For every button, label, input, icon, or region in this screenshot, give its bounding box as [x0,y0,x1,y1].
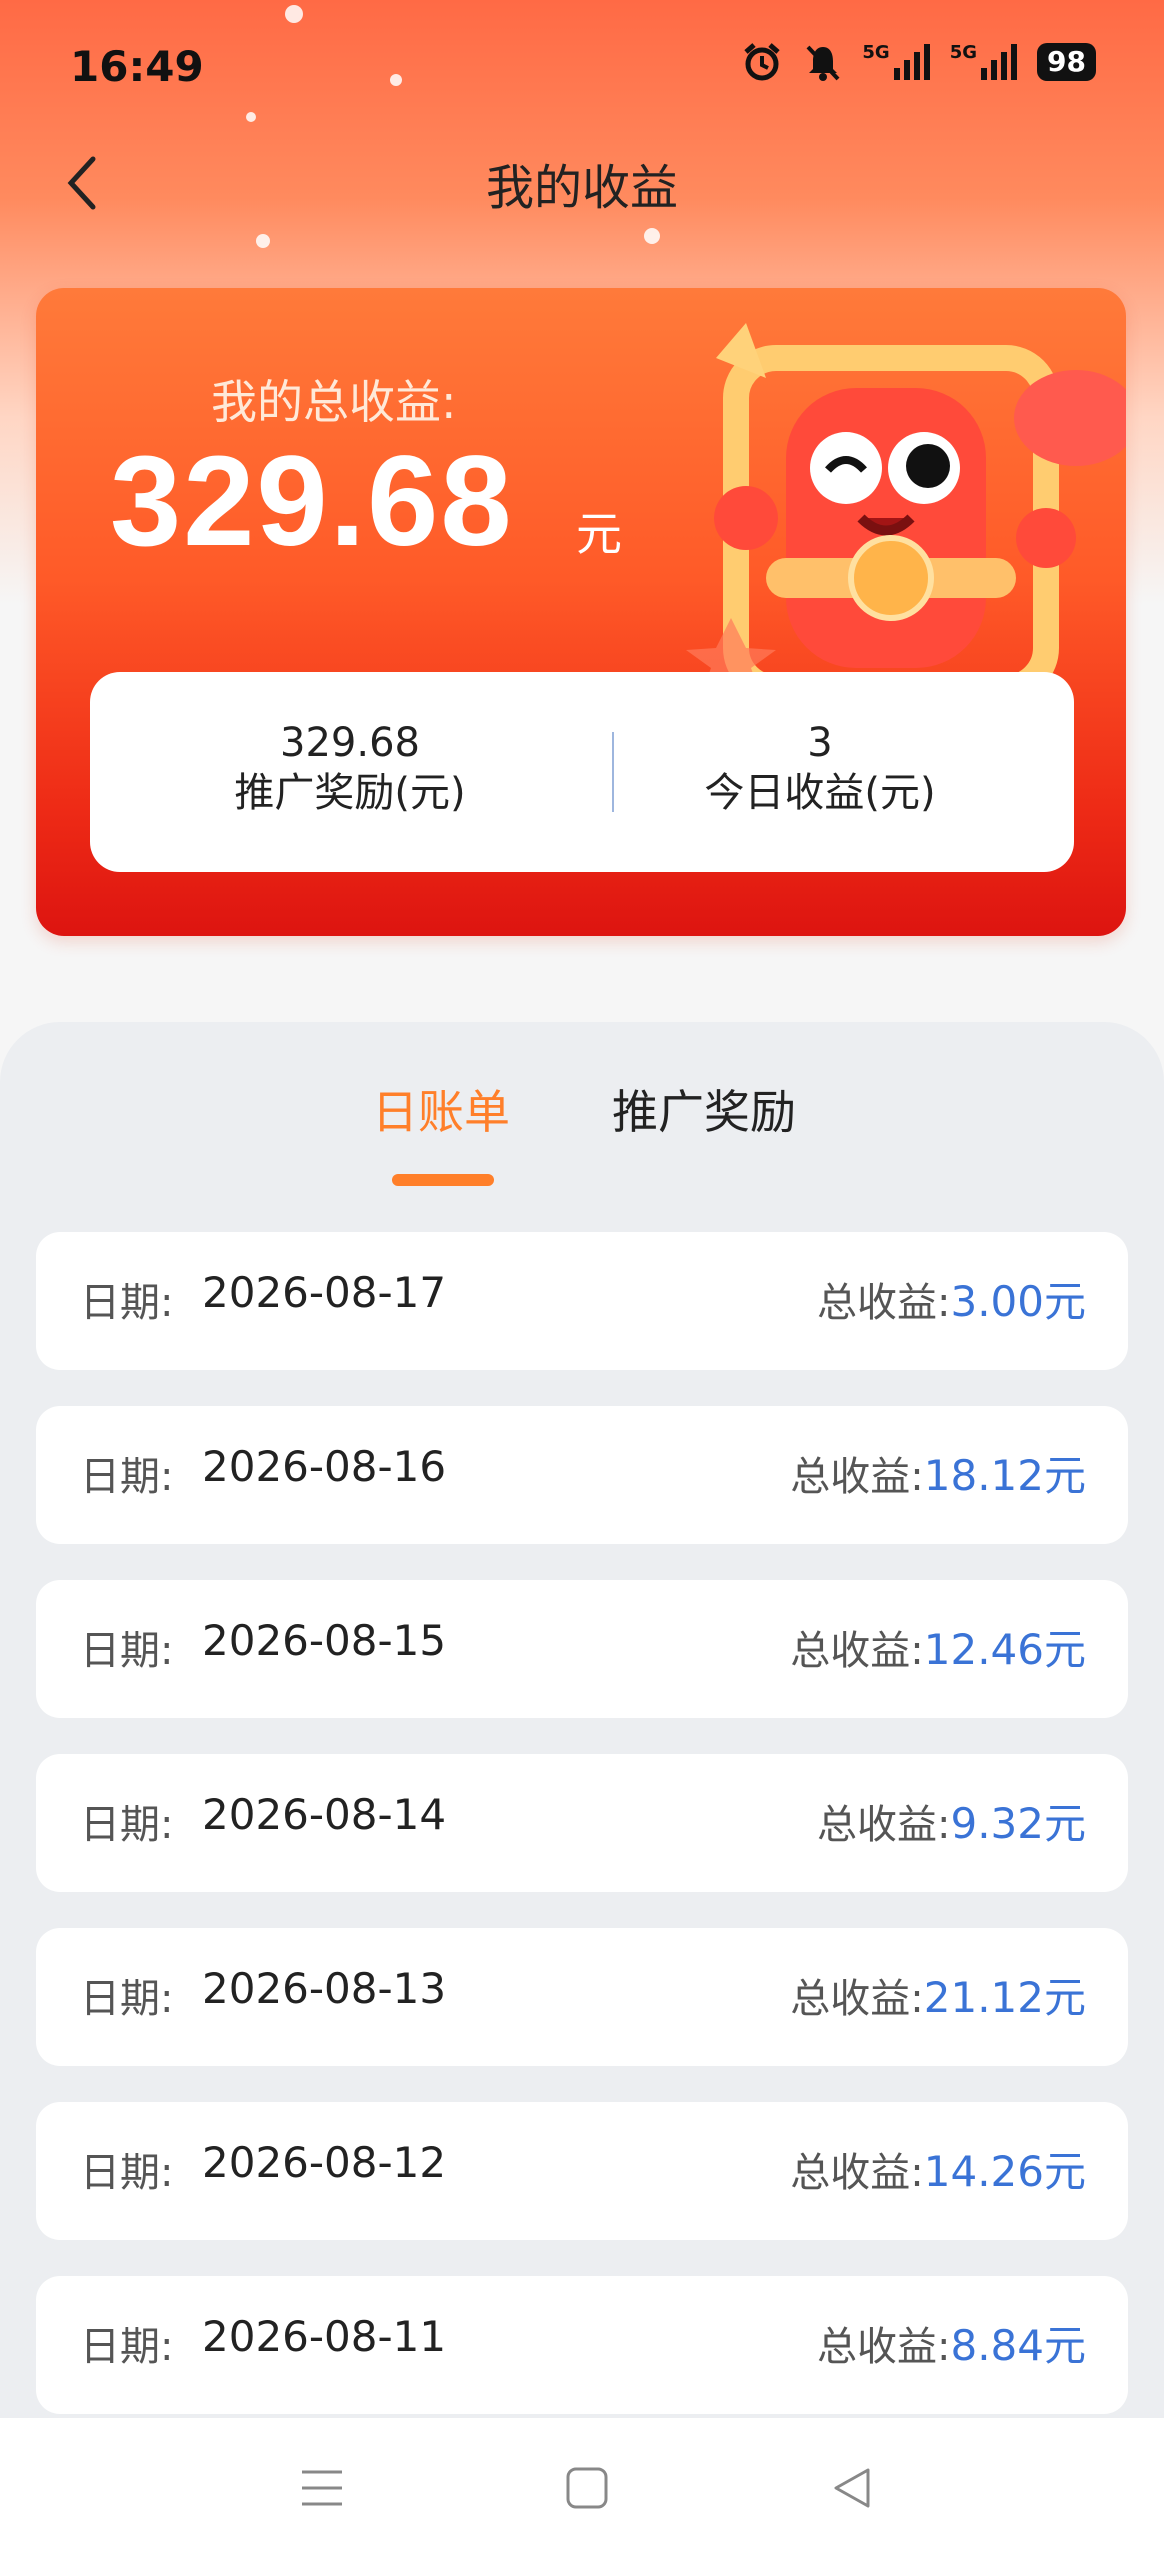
total-amount: 18.12元 [923,1451,1086,1500]
home-icon[interactable] [557,2458,617,2518]
date-value: 2026-08-11 [202,2312,447,2361]
total-earnings-amount: 329.68 [110,430,514,573]
date-value: 2026-08-17 [202,1268,447,1317]
total-earnings: 总收益: 9.32元 [817,1790,1086,1851]
date-label: 日期: [80,1628,174,1674]
signal-icon: 5G [950,42,1019,82]
alarm-icon [740,40,784,84]
total-label: 总收益: [790,1454,924,1500]
date-label: 日期: [80,1976,174,2022]
records-panel: 日账单 推广奖励 日期: 2026-08-17 总收益: 3.00元 日期: 2… [0,1022,1164,2442]
total-amount: 14.26元 [923,2147,1086,2196]
list-item[interactable]: 日期: 2026-08-16 总收益: 18.12元 [36,1406,1128,1544]
total-earnings: 总收益: 12.46元 [790,1616,1086,1677]
total-amount: 3.00元 [950,1277,1086,1326]
promo-reward-stat[interactable]: 329.68 推广奖励(元) [130,718,570,818]
list-item[interactable]: 日期: 2026-08-15 总收益: 12.46元 [36,1580,1128,1718]
total-earnings-unit: 元 [576,507,622,561]
total-earnings: 总收益: 14.26元 [790,2138,1086,2199]
mute-icon [802,41,844,83]
back-icon[interactable] [822,2458,882,2518]
page-title: 我的收益 [485,160,678,216]
list-item[interactable]: 日期: 2026-08-11 总收益: 8.84元 [36,2276,1128,2414]
promo-reward-value: 329.68 [280,720,420,766]
battery-icon: 98 [1037,43,1096,81]
date-label: 日期: [80,2324,174,2370]
navigation-bar: 我的收益 [0,140,1164,220]
total-earnings-label: 我的总收益: [211,375,457,429]
tab-promo-reward[interactable]: 推广奖励 [612,1082,796,1142]
menu-icon[interactable] [292,2458,352,2518]
list-item[interactable]: 日期: 2026-08-17 总收益: 3.00元 [36,1232,1128,1370]
date-label: 日期: [80,1454,174,1500]
signal-icon: 5G [862,42,931,82]
date-value: 2026-08-16 [202,1442,447,1491]
total-amount: 8.84元 [950,2321,1086,2370]
sparkle-decoration [644,228,660,244]
total-label: 总收益: [790,1628,924,1674]
total-amount: 12.46元 [923,1625,1086,1674]
total-earnings: 总收益: 3.00元 [817,1268,1086,1329]
total-label: 总收益: [790,1976,924,2022]
total-label: 总收益: [816,1280,951,1326]
earnings-summary-card: 我的总收益: 329.68 元 329.68 推广奖励(元) 3 今日收益(元) [36,288,1126,936]
date-value: 2026-08-14 [202,1790,447,1839]
total-label: 总收益: [790,2150,924,2196]
date-label: 日期: [80,1280,174,1326]
date-value: 2026-08-15 [202,1616,447,1665]
active-tab-indicator [392,1174,494,1186]
tab-daily-bill[interactable]: 日账单 [372,1082,510,1142]
network-type-label: 5G [949,42,978,63]
status-bar: 16:49 5G 5G 98 [0,0,1164,140]
system-navigation-bar [0,2418,1164,2560]
today-earnings-value: 3 [807,720,833,766]
total-earnings: 总收益: 18.12元 [790,1442,1086,1503]
sparkle-decoration [256,234,270,248]
status-icons: 5G 5G 98 [740,40,1096,84]
total-label: 总收益: [816,1802,951,1848]
promo-reward-label: 推广奖励(元) [234,770,466,816]
date-value: 2026-08-12 [202,2138,447,2187]
today-earnings-label: 今日收益(元) [704,770,936,816]
list-item[interactable]: 日期: 2026-08-14 总收益: 9.32元 [36,1754,1128,1892]
list-item[interactable]: 日期: 2026-08-13 总收益: 21.12元 [36,1928,1128,2066]
network-type-label: 5G [862,42,890,63]
mascot-illustration [686,323,1126,698]
date-label: 日期: [80,2150,174,2196]
date-label: 日期: [80,1802,174,1848]
earnings-stats-box: 329.68 推广奖励(元) 3 今日收益(元) [90,672,1074,872]
date-value: 2026-08-13 [202,1964,447,2013]
total-earnings: 总收益: 8.84元 [817,2312,1086,2373]
status-time: 16:49 [70,42,204,91]
today-earnings-stat[interactable]: 3 今日收益(元) [600,718,1040,818]
total-amount: 9.32元 [950,1799,1086,1848]
total-earnings: 总收益: 21.12元 [790,1964,1086,2025]
total-label: 总收益: [816,2324,951,2370]
list-item[interactable]: 日期: 2026-08-12 总收益: 14.26元 [36,2102,1128,2240]
total-amount: 21.12元 [923,1973,1086,2022]
